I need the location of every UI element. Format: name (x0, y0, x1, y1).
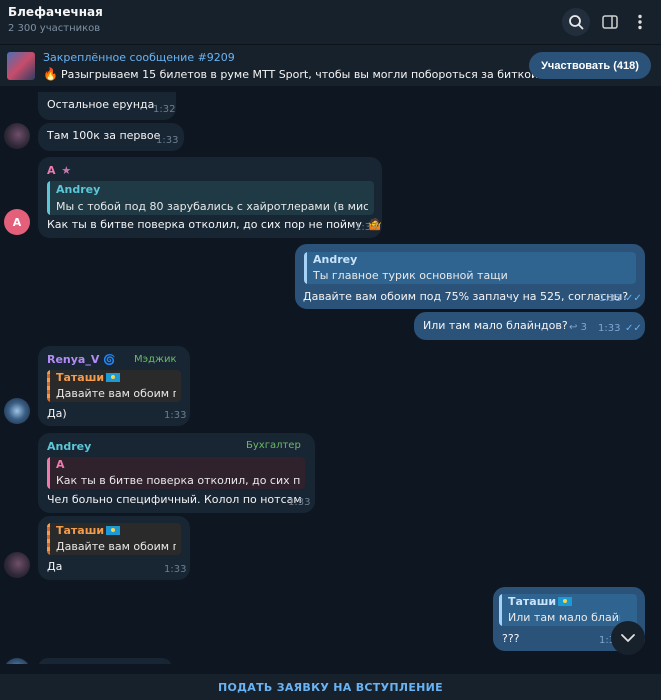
reply-text: Ты главное турик основной тащи (313, 269, 508, 282)
join-request-button[interactable]: ПОДАТЬ ЗАЯВКУ НА ВСТУПЛЕНИЕ (0, 681, 661, 694)
replies-counter[interactable]: ↩ 3 (569, 322, 587, 333)
sender-name-text: A (47, 164, 56, 177)
search-button[interactable] (562, 8, 590, 36)
reply-bar (47, 457, 50, 489)
sender-name[interactable]: Andrey (47, 440, 91, 453)
reply-author: Таташи (56, 524, 121, 537)
avatar[interactable] (4, 123, 30, 149)
more-button[interactable] (626, 8, 654, 36)
reply-author: Таташи (508, 595, 573, 608)
join-request-bar: ПОДАТЬ ЗАЯВКУ НА ВСТУПЛЕНИЕ (0, 674, 661, 700)
message-bubble[interactable]: Andrey Бухгалтер A Как ты в битве поверк… (38, 433, 315, 513)
message-time: 1:33 (164, 410, 187, 421)
message-time: 1:33 (599, 293, 622, 304)
search-icon (569, 15, 584, 30)
avatar[interactable] (4, 658, 30, 664)
reply-author: Andrey (313, 253, 358, 266)
reply-bar (47, 523, 50, 555)
avatar[interactable]: A (4, 209, 30, 235)
reply-arrow-icon: ↩ (569, 322, 578, 333)
reply-bar (304, 252, 307, 284)
chat-header: Блефачечная 2 300 участников (0, 0, 661, 44)
message-text-body: Как ты в битве поверка отколил, до сих п… (47, 218, 362, 231)
reply-author-text: Таташи (56, 371, 105, 384)
more-vertical-icon (638, 14, 642, 30)
sender-name-text: Renya_V (47, 353, 100, 366)
reply-author: Таташи (56, 371, 121, 384)
message-bubble[interactable]: A ★ Andrey Мы с тобой под 80 зарубались … (38, 157, 382, 238)
reply-author: A (56, 458, 65, 471)
pinned-text: 🔥 Разыгрываем 15 билетов в руме MTT Sport… (43, 67, 560, 81)
reply-text: Давайте вам обоим п... (56, 387, 176, 400)
message-bubble[interactable]: Там 100к за первое 1:33 (38, 123, 184, 151)
reply-bar (499, 594, 502, 626)
message-list[interactable]: Остальное ерунда 1:32 Там 100к за первое… (0, 86, 661, 664)
message-bubble[interactable] (38, 658, 172, 664)
message-text: Остальное ерунда (47, 98, 155, 111)
sender-name[interactable]: A ★ (47, 164, 71, 177)
pinned-thumbnail (7, 52, 35, 80)
message-bubble[interactable]: Renya_V 🌀 Мэджик Таташи Давайте вам обои… (38, 346, 190, 426)
message-time: 1:33 (156, 135, 179, 146)
message-text: Как ты в битве поверка отколил, до сих п… (47, 218, 382, 231)
sidebar-toggle-icon (602, 15, 618, 29)
message-text: ??? (502, 632, 520, 645)
reply-text: Мы с тобой под 80 зарубались с хайротлер… (56, 200, 368, 213)
reply-bar (47, 370, 50, 402)
message-time: 1:33 (288, 497, 311, 508)
pinned-text-body: Разыгрываем 15 билетов в руме MTT Sport,… (60, 68, 560, 81)
member-count: 2 300 участников (8, 23, 101, 34)
reply-text: Давайте вам обоим п... (56, 540, 176, 553)
message-bubble[interactable]: Таташи Давайте вам обоим п... Да 1:33 (38, 516, 190, 580)
reply-preview[interactable]: Таташи Или там мало блайн (499, 594, 637, 626)
fire-emoji: 🔥 (43, 67, 58, 81)
message-time: 1:33 (598, 323, 621, 334)
reply-preview[interactable]: A Как ты в битве поверка отколил, до сих… (47, 457, 305, 489)
reply-author-text: Таташи (56, 524, 105, 537)
kazakhstan-flag-icon (558, 597, 573, 606)
message-time: 1:32 (153, 104, 176, 115)
kazakhstan-flag-icon (106, 373, 121, 382)
pinned-title: Закреплённое сообщение #9209 (43, 51, 235, 64)
message-bubble-outgoing[interactable]: Или там мало блайндов? ↩ 3 1:33 ✓✓ (414, 312, 645, 340)
message-text: Или там мало блайндов? (423, 319, 568, 332)
read-ticks-icon: ✓✓ (625, 293, 642, 304)
sender-name[interactable]: Renya_V 🌀 (47, 353, 116, 366)
reply-author: Andrey (56, 183, 101, 196)
member-role-badge: Мэджик (134, 354, 177, 365)
avatar-letter: A (12, 215, 22, 229)
participate-button[interactable]: Участвовать (418) (529, 52, 651, 79)
reply-preview[interactable]: Andrey Ты главное турик основной тащи (304, 252, 636, 284)
avatar[interactable] (4, 552, 30, 578)
avatar[interactable] (4, 398, 30, 424)
reply-text: Как ты в битве поверка отколил, до сих п… (56, 474, 300, 487)
reply-preview[interactable]: Таташи Давайте вам обоим п... (47, 523, 181, 555)
kazakhstan-flag-icon (106, 526, 121, 535)
message-text: Чел больно специфичный. Колол по нотсам (47, 493, 302, 506)
reply-text: Или там мало блайн (508, 611, 620, 624)
message-time: 1:33 (164, 564, 187, 575)
reply-author-text: Таташи (508, 595, 557, 608)
message-time: 1:33 (355, 222, 378, 233)
reply-preview[interactable]: Таташи Давайте вам обоим п... (47, 370, 181, 402)
scroll-to-bottom-button[interactable] (611, 621, 645, 655)
chat-title[interactable]: Блефачечная (8, 5, 103, 19)
replies-count: 3 (580, 322, 587, 333)
member-role-badge: Бухгалтер (246, 440, 301, 451)
star-icon: ★ (61, 164, 72, 177)
sidebar-toggle-button[interactable] (596, 8, 624, 36)
chevron-down-icon (621, 634, 635, 642)
swirl-emoji: 🌀 (103, 355, 116, 366)
read-ticks-icon: ✓✓ (625, 323, 642, 334)
message-text: Да (47, 560, 63, 573)
message-bubble[interactable]: Остальное ерунда 1:32 (38, 92, 176, 120)
message-text: Давайте вам обоим под 75% заплачу на 525… (303, 290, 629, 303)
pinned-message-bar[interactable]: Закреплённое сообщение #9209 🔥 Разыгрывае… (0, 44, 661, 86)
message-bubble-outgoing[interactable]: Andrey Ты главное турик основной тащи Да… (295, 244, 645, 309)
reply-bar (47, 181, 50, 215)
message-text: Да) (47, 407, 67, 420)
message-text: Там 100к за первое (47, 129, 161, 142)
reply-preview[interactable]: Andrey Мы с тобой под 80 зарубались с ха… (47, 181, 374, 215)
